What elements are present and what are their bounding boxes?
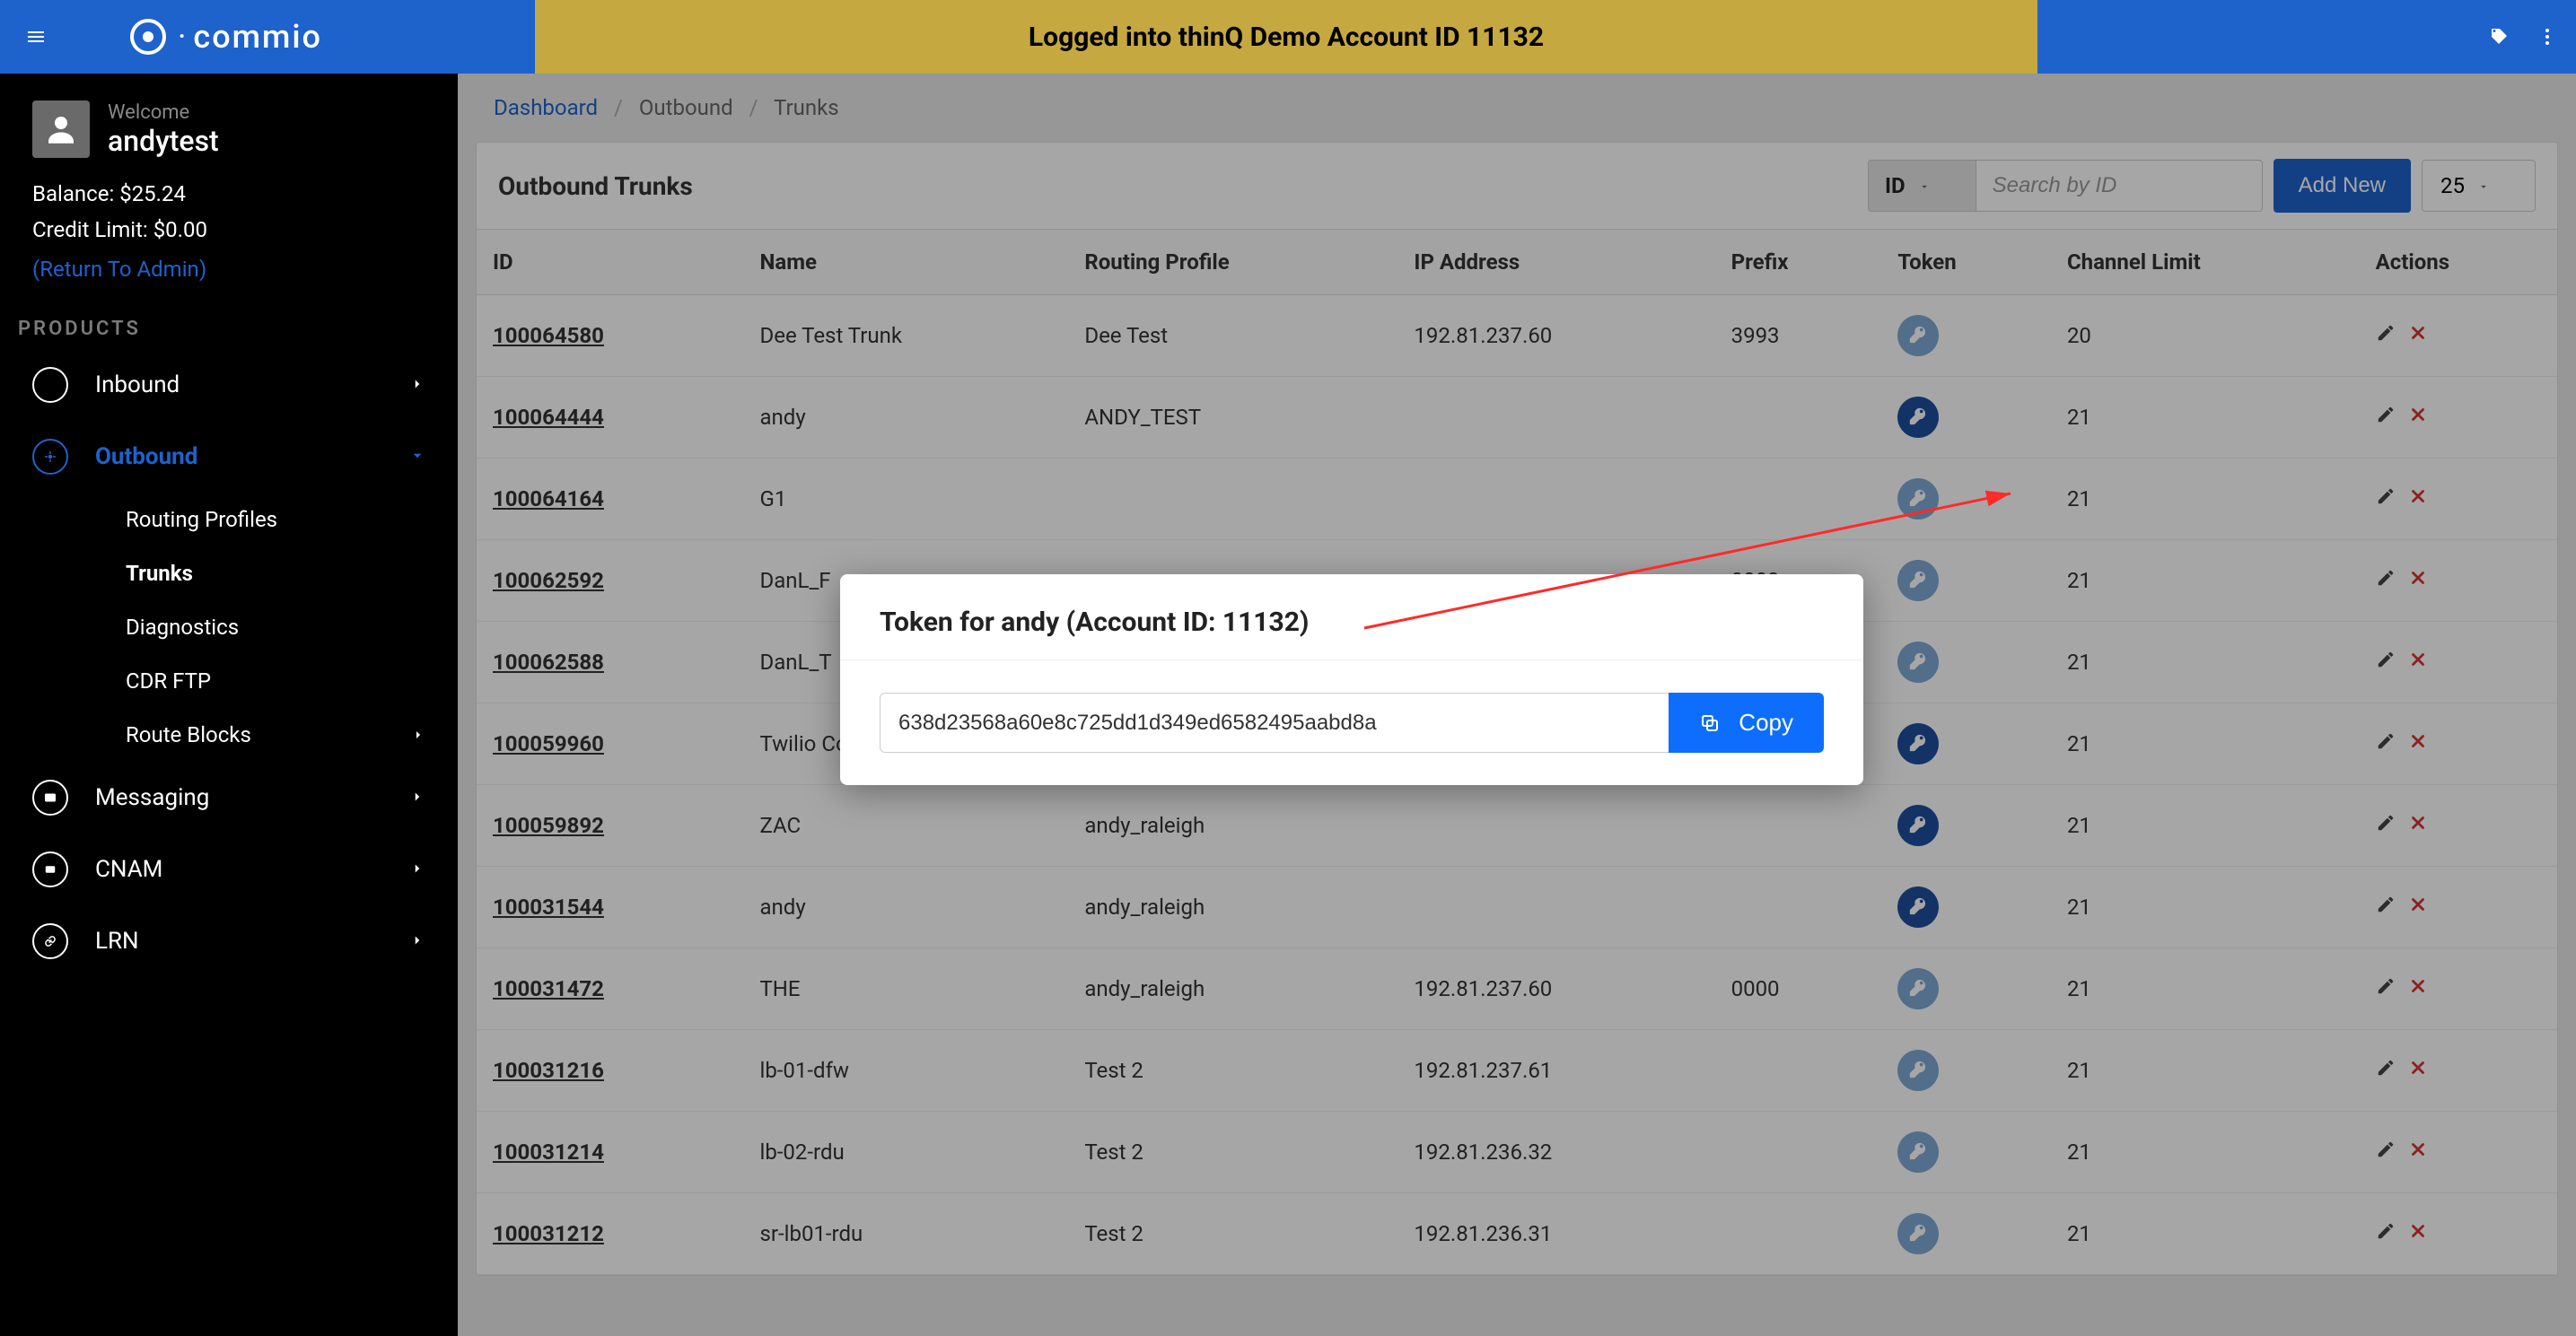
sidebar-item-cnam[interactable]: CNAM: [0, 834, 458, 905]
copy-button[interactable]: Copy: [1669, 693, 1824, 753]
avatar: [32, 100, 90, 158]
sidebar-sub-routing-profiles[interactable]: Routing Profiles: [0, 493, 458, 546]
sidebar-sub-cdr-ftp[interactable]: CDR FTP: [0, 654, 458, 708]
products-section-label: PRODUCTS: [0, 309, 458, 349]
welcome-label: Welcome: [108, 101, 219, 124]
outbound-icon: [32, 439, 68, 475]
sidebar-item-label: Inbound: [95, 371, 180, 398]
return-to-admin-link[interactable]: (Return To Admin): [0, 248, 458, 309]
topbar: · commio Logged into thinQ Demo Account …: [0, 0, 2576, 74]
balance: Balance: $25.24: [0, 176, 458, 212]
menu-toggle[interactable]: [18, 19, 54, 55]
sidebar: Welcome andytest Balance: $25.24 Credit …: [0, 74, 458, 1336]
modal-title: Token for andy (Account ID: 11132): [840, 574, 1863, 660]
cnam-icon: [32, 851, 68, 887]
sidebar-sub-route-blocks[interactable]: Route Blocks: [0, 708, 458, 762]
user-block: Welcome andytest: [0, 100, 458, 176]
chevron-right-icon: [409, 928, 425, 955]
sidebar-item-messaging[interactable]: Messaging: [0, 762, 458, 834]
sidebar-item-lrn[interactable]: LRN: [0, 905, 458, 977]
chevron-down-icon: [409, 443, 425, 470]
messaging-icon: [32, 780, 68, 816]
username: andytest: [108, 124, 219, 158]
inbound-icon: [32, 367, 68, 403]
logo-mark-icon: [126, 14, 171, 59]
top-actions: [2488, 26, 2558, 48]
sidebar-item-label: Outbound: [95, 443, 197, 470]
sidebar-item-outbound[interactable]: Outbound: [0, 421, 458, 493]
login-banner: Logged into thinQ Demo Account ID 11132: [535, 0, 2037, 74]
sidebar-sub-trunks[interactable]: Trunks: [0, 546, 458, 600]
copy-label: Copy: [1739, 709, 1793, 737]
sidebar-item-label: Messaging: [95, 784, 209, 811]
tag-icon[interactable]: [2488, 26, 2510, 48]
logo-text: commio: [193, 18, 322, 56]
user-icon: [42, 110, 80, 148]
credit-limit: Credit Limit: $0.00: [0, 212, 458, 248]
sidebar-item-label: Route Blocks: [126, 722, 251, 747]
sidebar-sub-diagnostics[interactable]: Diagnostics: [0, 600, 458, 654]
token-value-input[interactable]: [880, 693, 1669, 753]
chevron-right-icon: [409, 371, 425, 398]
logo: · commio: [126, 14, 322, 59]
sidebar-item-label: CNAM: [95, 856, 162, 883]
chevron-right-icon: [411, 722, 425, 747]
lrn-icon: [32, 923, 68, 959]
more-vert-icon[interactable]: [2537, 26, 2558, 48]
sidebar-item-inbound[interactable]: Inbound: [0, 349, 458, 421]
copy-icon: [1699, 712, 1721, 734]
sidebar-item-label: LRN: [95, 928, 139, 955]
token-modal: Token for andy (Account ID: 11132) Copy: [840, 574, 1863, 785]
hamburger-icon: [25, 26, 47, 48]
chevron-right-icon: [409, 856, 425, 883]
chevron-right-icon: [409, 784, 425, 811]
